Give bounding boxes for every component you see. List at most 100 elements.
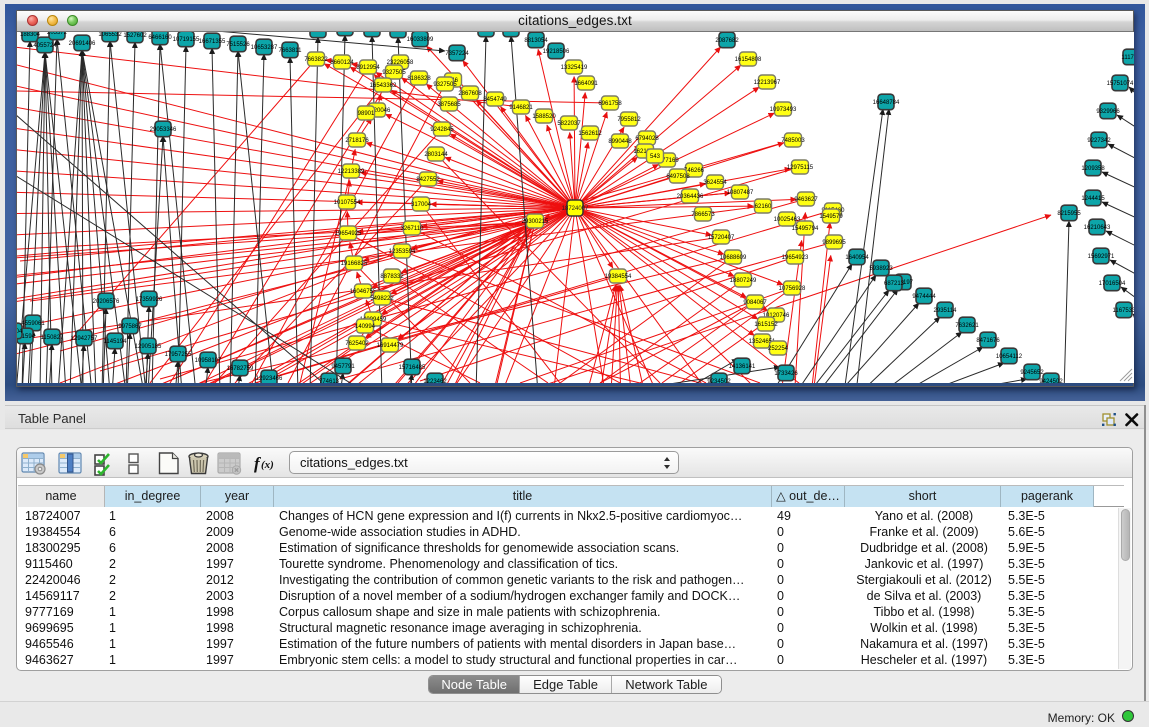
svg-text:9234502: 9234502 — [707, 379, 731, 383]
svg-text:9457791: 9457791 — [331, 364, 355, 370]
svg-text:6794028: 6794028 — [635, 136, 659, 142]
svg-text:12213389: 12213389 — [338, 169, 365, 175]
svg-text:12923466: 12923466 — [256, 376, 283, 382]
svg-text:9327505: 9327505 — [433, 82, 457, 88]
svg-text:1664091: 1664091 — [574, 81, 598, 87]
svg-text:3875685: 3875685 — [437, 102, 461, 108]
svg-text:15751074: 15751074 — [1107, 81, 1134, 87]
svg-text:16210643: 16210643 — [1084, 225, 1111, 231]
svg-text:13325419: 13325419 — [561, 65, 588, 71]
svg-text:16782759: 16782759 — [227, 366, 254, 372]
svg-text:15720407: 15720407 — [708, 235, 735, 241]
svg-text:5938923: 5938923 — [869, 266, 893, 272]
svg-text:1244415: 1244415 — [1081, 196, 1105, 202]
svg-text:6466160: 6466160 — [148, 35, 172, 41]
svg-text:1640954: 1640954 — [845, 255, 869, 261]
svg-text:8813054: 8813054 — [524, 38, 548, 44]
svg-text:7955812: 7955812 — [617, 117, 641, 123]
svg-text:8454749: 8454749 — [483, 97, 507, 103]
svg-text:7485003: 7485003 — [781, 138, 805, 144]
svg-text:8912954: 8912954 — [356, 65, 380, 71]
svg-text:98901: 98901 — [358, 111, 375, 117]
svg-text:9424502: 9424502 — [1039, 379, 1063, 383]
svg-text:14136141: 14136141 — [729, 364, 756, 370]
svg-text:1223462: 1223462 — [423, 379, 447, 383]
svg-text:16914479: 16914479 — [377, 343, 404, 349]
svg-text:9227342: 9227342 — [1087, 138, 1111, 144]
svg-text:8830441: 8830441 — [306, 32, 330, 34]
svg-text:10653287: 10653287 — [251, 45, 278, 51]
svg-text:7663811: 7663811 — [279, 48, 303, 54]
svg-text:17957255: 17957255 — [165, 352, 192, 358]
svg-text:7632621: 7632621 — [955, 323, 979, 329]
svg-text:2087682: 2087682 — [715, 38, 739, 44]
svg-text:18807249: 18807249 — [730, 278, 757, 284]
svg-text:62160: 62160 — [755, 204, 772, 210]
svg-text:1167533: 1167533 — [1113, 308, 1134, 314]
svg-text:1588520: 1588520 — [532, 114, 556, 120]
svg-text:16543362: 16543362 — [370, 83, 397, 89]
svg-text:7515526: 7515526 — [226, 42, 250, 48]
svg-text:10807487: 10807487 — [727, 190, 754, 196]
svg-text:687213: 687213 — [884, 281, 905, 287]
svg-text:1065532: 1065532 — [98, 32, 122, 38]
svg-text:9146821: 9146821 — [509, 105, 533, 111]
svg-text:205572: 205572 — [47, 32, 68, 36]
svg-text:17016504: 17016504 — [1099, 281, 1126, 287]
svg-text:20691406: 20691406 — [69, 41, 96, 47]
svg-text:9242845: 9242845 — [430, 127, 454, 133]
svg-text:9975867: 9975867 — [118, 324, 142, 330]
svg-text:774613: 774613 — [319, 379, 340, 383]
svg-text:19384554: 19384554 — [605, 274, 632, 280]
svg-text:1883044: 1883044 — [386, 32, 410, 34]
svg-text:(x): (x) — [261, 459, 274, 471]
svg-text:252254: 252254 — [768, 346, 789, 352]
svg-text:188304: 188304 — [20, 32, 41, 38]
svg-text:1733426: 1733426 — [774, 371, 798, 377]
svg-text:3624554: 3624554 — [703, 180, 727, 186]
svg-text:9329966: 9329966 — [1096, 109, 1120, 115]
svg-text:9327505: 9327505 — [382, 70, 406, 76]
svg-text:29053346: 29053346 — [150, 127, 177, 133]
svg-text:8427552: 8427552 — [416, 177, 440, 183]
svg-text:16648784: 16648784 — [873, 100, 900, 106]
svg-text:111729: 111729 — [1121, 55, 1134, 61]
svg-text:15716485: 15716485 — [399, 365, 426, 371]
svg-text:1562612: 1562612 — [578, 131, 602, 137]
svg-text:12975115: 12975115 — [787, 165, 814, 171]
svg-text:29300215: 29300215 — [522, 219, 549, 225]
svg-text:8660124: 8660124 — [330, 60, 354, 66]
svg-text:12942757: 12942757 — [71, 336, 98, 342]
svg-text:1615152: 1615152 — [754, 322, 778, 328]
svg-text:4055724: 4055724 — [33, 43, 57, 49]
svg-text:2867608: 2867608 — [458, 91, 482, 97]
svg-text:5498222: 5498222 — [370, 296, 394, 302]
svg-text:9463627: 9463627 — [794, 197, 818, 203]
svg-text:8471676: 8471676 — [976, 338, 1000, 344]
svg-text:12905185: 12905185 — [135, 344, 162, 350]
svg-text:18724007: 18724007 — [562, 206, 589, 212]
svg-text:16671355: 16671355 — [199, 39, 226, 45]
svg-text:8813054: 8813054 — [474, 32, 498, 33]
svg-text:16033809: 16033809 — [407, 37, 434, 43]
svg-text:8878332: 8878332 — [380, 274, 404, 280]
svg-text:8990448: 8990448 — [608, 139, 632, 145]
svg-text:16154808: 16154808 — [735, 57, 762, 63]
svg-text:19166825: 19166825 — [341, 261, 368, 267]
svg-text:10958107: 10958107 — [195, 358, 222, 364]
svg-text:6961758: 6961758 — [598, 101, 622, 107]
svg-text:20364436: 20364436 — [677, 194, 704, 200]
svg-text:7663822: 7663822 — [304, 57, 328, 63]
svg-text:15495794: 15495794 — [792, 226, 819, 232]
svg-text:1145194: 1145194 — [104, 339, 128, 345]
svg-text:6497508: 6497508 — [666, 174, 690, 180]
svg-text:12353594: 12353594 — [389, 249, 416, 255]
svg-text:10973493: 10973493 — [770, 107, 797, 113]
svg-text:9245652: 9245652 — [1020, 370, 1044, 376]
svg-text:2935114: 2935114 — [934, 308, 958, 314]
svg-text:140994: 140994 — [355, 324, 376, 330]
svg-text:5822037: 5822037 — [557, 121, 581, 127]
svg-text:17359926: 17359926 — [136, 297, 163, 303]
svg-text:1921850: 1921850 — [499, 32, 523, 33]
svg-text:20206576: 20206576 — [93, 299, 120, 305]
